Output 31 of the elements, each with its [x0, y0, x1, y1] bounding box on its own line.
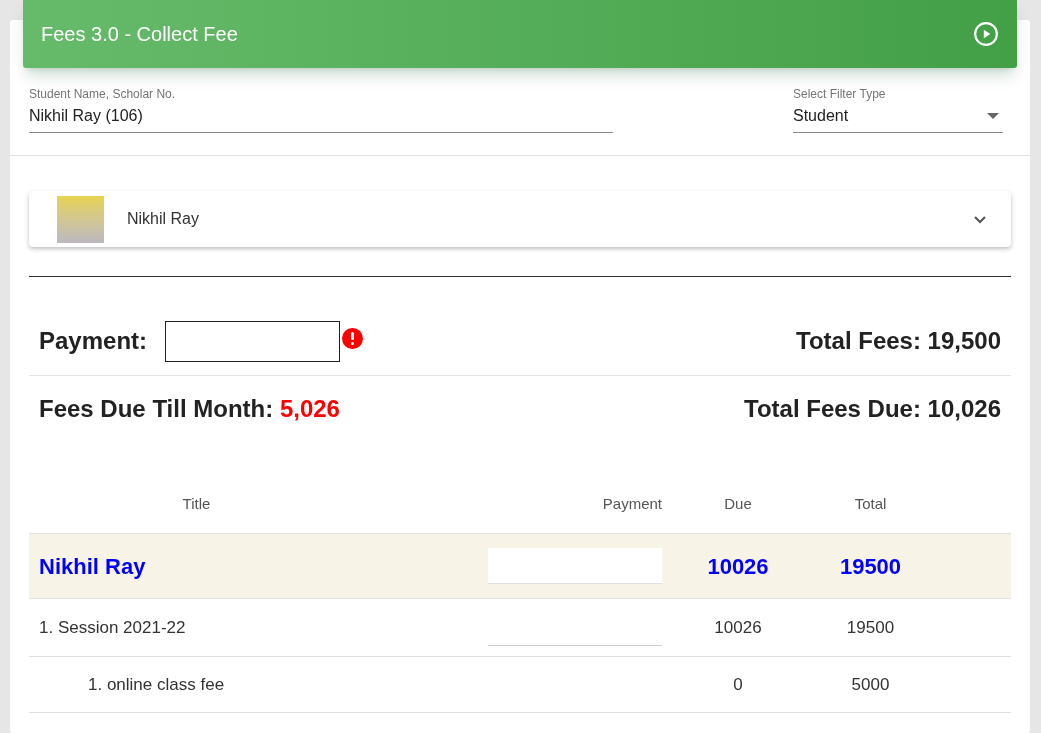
chevron-icon[interactable]: [973, 214, 987, 224]
student-panel[interactable]: Nikhil Ray: [29, 191, 1011, 247]
field-label: Select Filter Type: [793, 86, 887, 102]
dropdown-arrow-icon: [987, 113, 999, 119]
total-fees-text: Total Fees: 19,500: [796, 326, 1001, 356]
row-title: 1. Session 2021-22: [38, 616, 187, 639]
column-header: Payment: [601, 494, 662, 515]
due-cell-text: 10026: [706, 552, 770, 581]
play-icon[interactable]: [973, 21, 999, 47]
total-cell-text: 19500: [845, 616, 896, 639]
filter-type-dropdown[interactable]: Select Filter Type Student: [793, 86, 1003, 133]
row-title: Nikhil Ray: [38, 552, 147, 581]
row-title: 1. online class fee: [87, 673, 226, 696]
total-fees-due-text: Total Fees Due: 10,026: [744, 394, 1001, 424]
column-header: Title: [181, 494, 212, 515]
total-cell-text: 19500: [838, 552, 903, 581]
due-cell-text: 10026: [713, 616, 763, 639]
field-label: Student Name, Scholar No.: [29, 86, 177, 102]
column-header: Total: [853, 494, 888, 515]
column-header: Due: [723, 494, 753, 515]
due-cell-text: 0: [732, 673, 744, 696]
student-search-field[interactable]: Student Name, Scholar No. Nikhil Ray (106): [29, 86, 613, 133]
total-cell-text: 5000: [850, 673, 891, 696]
field-value: Nikhil Ray (106): [29, 106, 144, 126]
fees-due-till-month-text: Fees Due Till Month: 5,026: [39, 394, 340, 424]
payment-label: Payment:: [39, 326, 148, 356]
payment-input[interactable]: [165, 320, 341, 362]
student-name: Nikhil Ray: [127, 209, 200, 229]
photo-placeholder: [57, 195, 104, 243]
page-title: Fees 3.0 - Collect Fee: [41, 22, 238, 47]
field-value: Student: [793, 106, 849, 126]
